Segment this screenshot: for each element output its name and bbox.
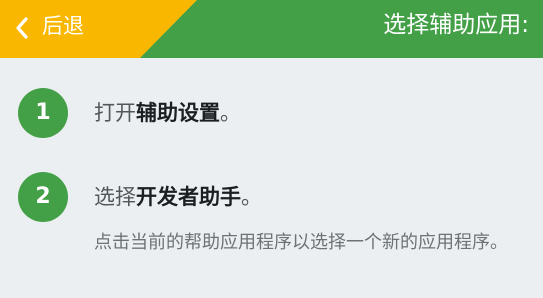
- step-number-badge: 2: [18, 172, 68, 222]
- step-1-prefix: 打开: [94, 101, 136, 125]
- chevron-left-icon: [16, 17, 28, 39]
- step-2-emphasis: 开发者助手: [136, 185, 241, 209]
- top-bar: 后退 选择辅助应用:: [0, 0, 543, 58]
- step-1-suffix: 。: [220, 101, 241, 125]
- step-2-description: 点击当前的帮助应用程序以选择一个新的应用程序。: [94, 232, 508, 253]
- step-2-suffix: 。: [241, 185, 262, 209]
- step-2-prefix: 选择: [94, 185, 136, 209]
- page-title: 选择辅助应用:: [383, 12, 529, 38]
- back-button[interactable]: 后退: [0, 0, 197, 58]
- back-label: 后退: [42, 14, 84, 38]
- step-2-text: 选择开发者助手。: [94, 183, 262, 211]
- step-1-text: 打开辅助设置。: [94, 99, 241, 127]
- step-1-emphasis: 辅助设置: [136, 101, 220, 125]
- step-number-badge: 1: [18, 88, 68, 138]
